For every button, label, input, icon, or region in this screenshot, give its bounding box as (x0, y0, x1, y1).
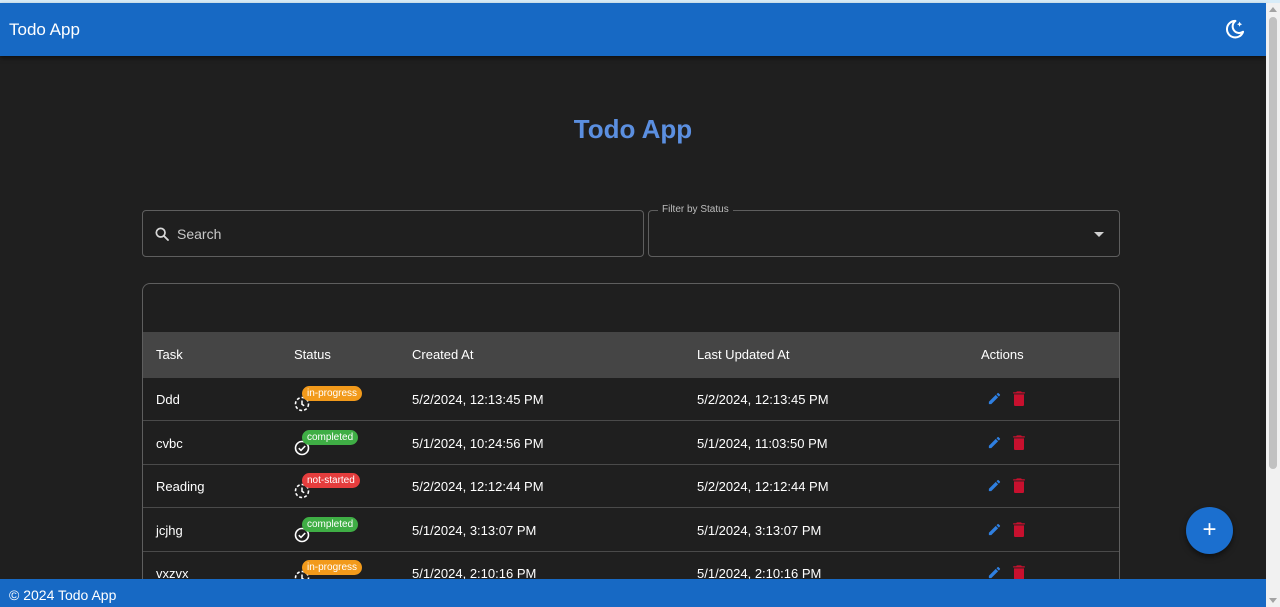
task-name: Reading (156, 479, 205, 494)
edit-icon[interactable] (987, 478, 1002, 493)
status-filter-select[interactable]: Filter by Status (648, 204, 1120, 257)
delete-icon[interactable] (1013, 478, 1025, 493)
table-header: Task Status Created At Last Updated At A… (143, 332, 1119, 378)
delete-icon[interactable] (1013, 565, 1025, 580)
column-header-status: Status (294, 347, 331, 362)
edit-icon[interactable] (987, 391, 1002, 406)
created-at: 5/2/2024, 12:13:45 PM (412, 392, 544, 407)
status-badge: in-progress (302, 386, 363, 401)
last-updated-at: 5/1/2024, 11:03:50 PM (697, 435, 828, 451)
footer-text: © 2024 Todo App (9, 587, 117, 603)
app-bar-title: Todo App (9, 19, 80, 39)
edit-icon[interactable] (987, 435, 1002, 450)
search-field[interactable] (142, 210, 644, 257)
status-badge: completed (302, 429, 359, 445)
task-name: jcjhg (156, 522, 183, 538)
column-header-created-at: Created At (412, 347, 474, 362)
last-updated-at: 5/2/2024, 12:13:45 PM (697, 392, 829, 407)
delete-icon[interactable] (1013, 434, 1025, 450)
table-row: jcjhg completed 5/1/2024, 3:13:07 PM 5/1/20… (143, 509, 1119, 552)
status-cell: completed (294, 516, 374, 547)
created-at: 5/2/2024, 12:12:44 PM (412, 479, 544, 494)
todo-table: Task Status Created At Last Updated At A… (142, 283, 1120, 603)
delete-icon[interactable] (1013, 391, 1025, 406)
dark-mode-icon[interactable] (1224, 18, 1246, 40)
add-todo-button[interactable]: + (1186, 507, 1233, 554)
status-badge: in-progress (302, 560, 363, 575)
last-updated-at: 5/1/2024, 3:13:07 PM (697, 522, 822, 538)
created-at: 5/1/2024, 3:13:07 PM (412, 522, 537, 538)
filter-label: Filter by Status (658, 204, 733, 215)
table-row: cvbc completed 5/1/2024, 10:24:56 PM 5/1/20… (143, 422, 1119, 465)
scrollbar[interactable] (1266, 3, 1280, 607)
status-badge: not-started (302, 473, 360, 488)
edit-icon[interactable] (987, 522, 1002, 537)
table-row: Reading not-started 5/2/2024, 12:12:44 PM 5… (143, 465, 1119, 508)
status-cell: not-started (294, 473, 374, 503)
status-cell: completed (294, 429, 374, 460)
edit-icon[interactable] (987, 565, 1002, 580)
task-name: Ddd (156, 392, 180, 407)
task-name: cvbc (156, 435, 183, 451)
page-title: Todo App (573, 114, 693, 144)
delete-icon[interactable] (1013, 521, 1025, 537)
search-input[interactable] (177, 225, 617, 242)
last-updated-at: 5/2/2024, 12:12:44 PM (697, 479, 829, 494)
status-badge: completed (302, 516, 359, 532)
scrollbar-thumb[interactable] (1269, 17, 1277, 469)
scroll-up-arrow-icon[interactable] (1269, 7, 1277, 12)
column-header-task: Task (156, 347, 183, 362)
scroll-down-arrow-icon[interactable] (1269, 598, 1277, 603)
footer: © 2024 Todo App (0, 579, 1266, 607)
column-header-actions: Actions (981, 347, 1024, 362)
status-cell: in-progress (294, 386, 374, 416)
column-header-last-updated-at: Last Updated At (697, 347, 790, 362)
search-icon (155, 226, 169, 241)
created-at: 5/1/2024, 10:24:56 PM (412, 435, 544, 451)
chevron-down-icon (1094, 232, 1104, 237)
table-row: Ddd in-progress 5/2/2024, 12:13:45 PM 5/2/2… (143, 378, 1119, 421)
app-bar: Todo App (0, 3, 1266, 56)
